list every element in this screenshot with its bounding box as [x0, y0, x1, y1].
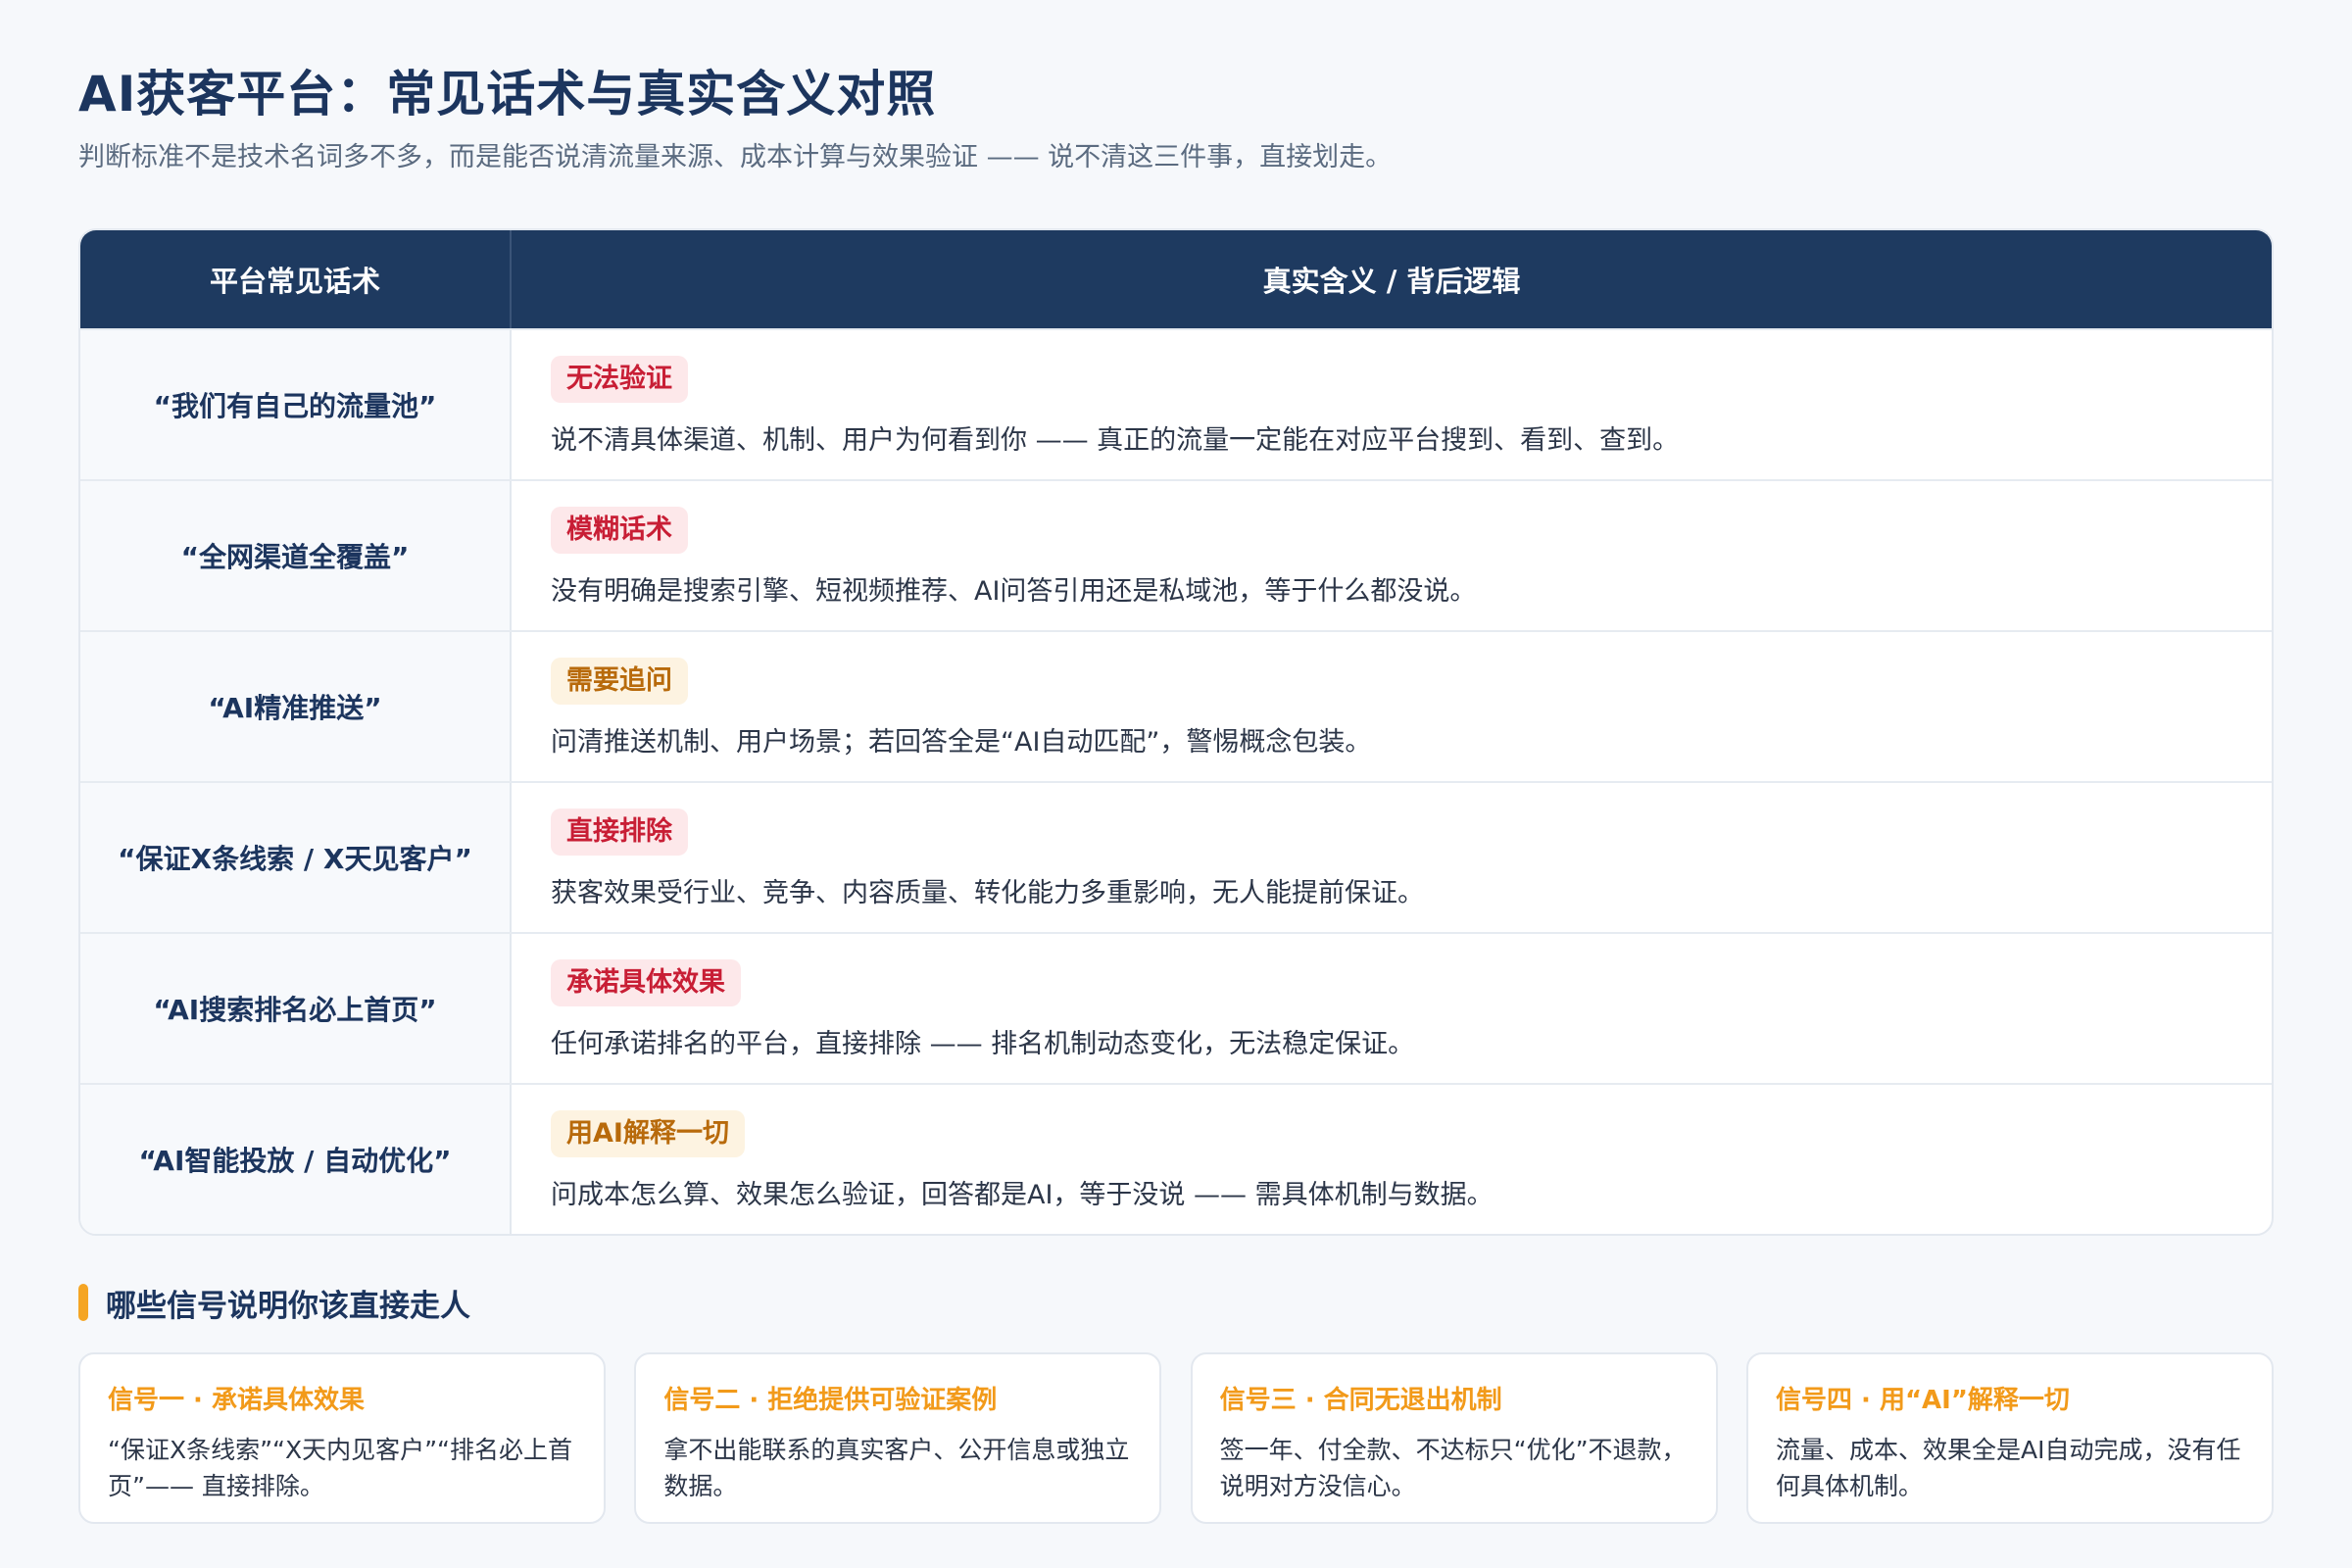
verdict-tag: 模糊话术	[551, 507, 688, 554]
meaning-description: 说不清具体渠道、机制、用户为何看到你 —— 真正的流量一定能在对应平台搜到、看到…	[551, 425, 1680, 456]
signal-card-body: “保证X条线索”“X天内见客户”“排名必上首页”—— 直接排除。	[108, 1436, 573, 1500]
meaning-description: 问成本怎么算、效果怎么验证，回答都是AI，等于没说 —— 需具体机制与数据。	[551, 1180, 1494, 1210]
signal-card: 信号二 · 拒绝提供可验证案例 拿不出能联系的真实客户、公开信息或独立数据。	[634, 1352, 1162, 1524]
phrase-cell: “AI精准推送”	[80, 632, 512, 781]
verdict-tag: 承诺具体效果	[551, 959, 741, 1006]
phrase-cell: “AI搜索排名必上首页”	[80, 934, 512, 1083]
signal-card-body: 流量、成本、效果全是AI自动完成，没有任何具体机制。	[1775, 1436, 2241, 1500]
signal-card-title: 信号四 · 用“AI”解释一切	[1775, 1386, 2070, 1415]
signal-card: 信号四 · 用“AI”解释一切 流量、成本、效果全是AI自动完成，没有任何具体机…	[1745, 1352, 2274, 1524]
accent-bar	[78, 1284, 88, 1321]
signal-card: 信号一 · 承诺具体效果 “保证X条线索”“X天内见客户”“排名必上首页”—— …	[78, 1352, 606, 1524]
signal-card-title: 信号三 · 合同无退出机制	[1219, 1386, 1502, 1415]
signal-card: 信号三 · 合同无退出机制 签一年、付全款、不达标只“优化”不退款，说明对方没信…	[1190, 1352, 1718, 1524]
table-row: “全网渠道全覆盖” 模糊话术 没有明确是搜索引擎、短视频推荐、AI问答引用还是私…	[80, 479, 2272, 630]
phrase-cell: “AI智能投放 / 自动优化”	[80, 1085, 512, 1234]
table-row: “AI智能投放 / 自动优化” 用AI解释一切 问成本怎么算、效果怎么验证，回答…	[80, 1083, 2272, 1234]
comparison-table: 平台常见话术 真实含义 / 背后逻辑 “我们有自己的流量池” 无法验证 说不清具…	[78, 228, 2274, 1236]
table-row: “AI精准推送” 需要追问 问清推送机制、用户场景；若回答全是“AI自动匹配”，…	[80, 630, 2272, 781]
signals-section-title: 哪些信号说明你该直接走人	[78, 1283, 470, 1324]
signals-title-text: 哪些信号说明你该直接走人	[106, 1288, 470, 1324]
table-row: “我们有自己的流量池” 无法验证 说不清具体渠道、机制、用户为何看到你 —— 真…	[80, 328, 2272, 479]
meaning-cell: 承诺具体效果 任何承诺排名的平台，直接排除 —— 排名机制动态变化，无法稳定保证…	[512, 934, 2272, 1083]
table-header: 平台常见话术 真实含义 / 背后逻辑	[80, 230, 2272, 328]
meaning-cell: 无法验证 说不清具体渠道、机制、用户为何看到你 —— 真正的流量一定能在对应平台…	[512, 330, 2272, 479]
phrase-cell: “保证X条线索 / X天见客户”	[80, 783, 512, 932]
meaning-cell: 用AI解释一切 问成本怎么算、效果怎么验证，回答都是AI，等于没说 —— 需具体…	[512, 1085, 2272, 1234]
signal-card-body: 签一年、付全款、不达标只“优化”不退款，说明对方没信心。	[1219, 1436, 1687, 1500]
meaning-description: 获客效果受行业、竞争、内容质量、转化能力多重影响，无人能提前保证。	[551, 878, 1424, 908]
meaning-cell: 模糊话术 没有明确是搜索引擎、短视频推荐、AI问答引用还是私域池，等于什么都没说…	[512, 481, 2272, 630]
signal-card-body: 拿不出能联系的真实客户、公开信息或独立数据。	[663, 1436, 1130, 1500]
signal-card-title: 信号一 · 承诺具体效果	[108, 1386, 365, 1415]
phrase-cell: “全网渠道全覆盖”	[80, 481, 512, 630]
meaning-cell: 直接排除 获客效果受行业、竞争、内容质量、转化能力多重影响，无人能提前保证。	[512, 783, 2272, 932]
column-header-meaning: 真实含义 / 背后逻辑	[1262, 265, 1521, 298]
table-row: “保证X条线索 / X天见客户” 直接排除 获客效果受行业、竞争、内容质量、转化…	[80, 781, 2272, 932]
phrase-cell: “我们有自己的流量池”	[80, 330, 512, 479]
meaning-description: 问清推送机制、用户场景；若回答全是“AI自动匹配”，警惕概念包装。	[551, 727, 1372, 758]
page-title: AI获客平台：常见话术与真实含义对照	[78, 66, 937, 122]
meaning-cell: 需要追问 问清推送机制、用户场景；若回答全是“AI自动匹配”，警惕概念包装。	[512, 632, 2272, 781]
table-row: “AI搜索排名必上首页” 承诺具体效果 任何承诺排名的平台，直接排除 —— 排名…	[80, 932, 2272, 1083]
meaning-description: 没有明确是搜索引擎、短视频推荐、AI问答引用还是私域池，等于什么都没说。	[551, 576, 1477, 607]
signal-card-title: 信号二 · 拒绝提供可验证案例	[663, 1386, 998, 1415]
verdict-tag: 无法验证	[551, 356, 688, 403]
verdict-tag: 需要追问	[551, 658, 688, 705]
page: AI获客平台：常见话术与真实含义对照 判断标准不是技术名词多不多，而是能否说清流…	[0, 0, 2352, 1568]
meaning-description: 任何承诺排名的平台，直接排除 —— 排名机制动态变化，无法稳定保证。	[551, 1029, 1415, 1059]
signal-cards: 信号一 · 承诺具体效果 “保证X条线索”“X天内见客户”“排名必上首页”—— …	[78, 1352, 2274, 1524]
page-subtitle: 判断标准不是技术名词多不多，而是能否说清流量来源、成本计算与效果验证 —— 说不…	[78, 142, 1393, 172]
verdict-tag: 用AI解释一切	[551, 1110, 745, 1157]
verdict-tag: 直接排除	[551, 808, 688, 856]
column-header-phrase: 平台常见话术	[80, 230, 512, 328]
